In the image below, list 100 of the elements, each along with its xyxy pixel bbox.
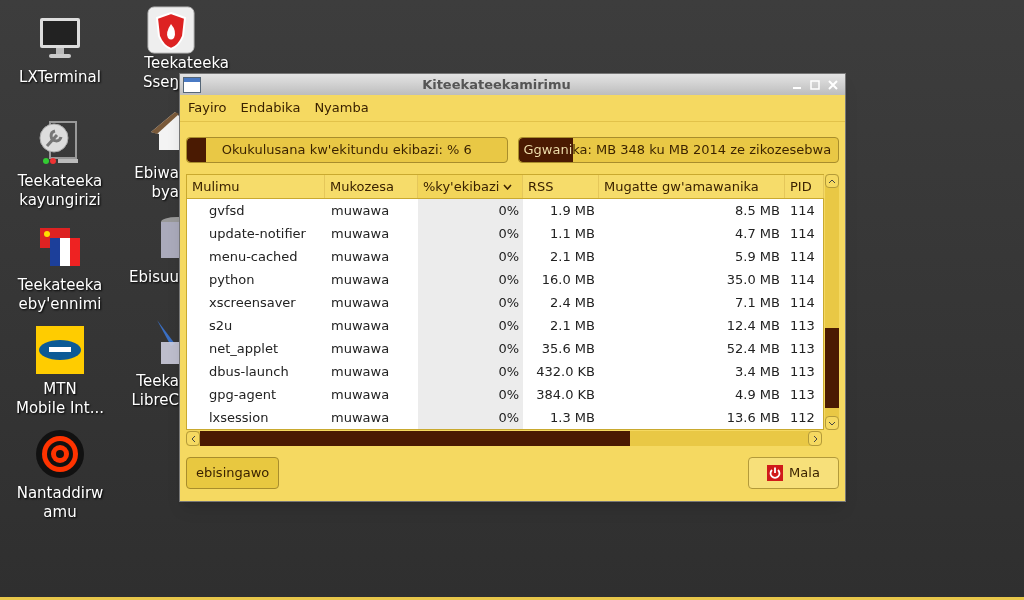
table-cell-text: muwawa — [330, 340, 391, 358]
table-cell-text: dbus-launch — [208, 363, 290, 381]
scroll-right-icon[interactable] — [812, 434, 818, 443]
vertical-scrollbar[interactable] — [825, 174, 839, 430]
table-cell-text: net_applet — [208, 340, 279, 358]
table-cell-text: gpg-agent — [208, 386, 277, 404]
table-cell: 0% — [418, 222, 523, 245]
window-icon — [183, 76, 201, 93]
table-cell-text: 114 — [789, 294, 816, 312]
scroll-left-icon[interactable] — [190, 434, 196, 443]
target-icon — [36, 430, 84, 478]
mtn-logo-icon — [36, 326, 84, 374]
desktop-icon-label[interactable]: Ebisuu — [129, 268, 179, 287]
table-cell: 0% — [418, 360, 523, 383]
table-cell-text: python — [208, 271, 256, 289]
table-cell-text: 1.3 MB — [549, 409, 596, 427]
desktop-icon-label[interactable]: LibreC — [131, 391, 179, 410]
table-cell: 0% — [418, 314, 523, 337]
menu-item[interactable]: Fayiro — [188, 98, 227, 118]
menu-item[interactable]: Nyamba — [314, 98, 369, 118]
table-cell-text: 2.1 MB — [549, 317, 596, 335]
table-cell-text: 1.1 MB — [549, 225, 596, 243]
table-cell-text: xscreensaver — [208, 294, 297, 312]
column-header[interactable]: PID — [785, 175, 824, 198]
table-cell-text: 113 — [789, 317, 816, 335]
window-title: Kiteekateekamirimu — [421, 75, 572, 94]
table-cell: 0% — [418, 383, 523, 406]
desktop-icon-label[interactable]: kayungirizi — [19, 191, 101, 210]
scroll-down-icon[interactable] — [828, 420, 836, 426]
desktop-icon-label[interactable]: Ebiwa — [134, 164, 179, 183]
scroll-up-icon[interactable] — [828, 178, 836, 184]
table-cell-text: 114 — [789, 225, 816, 243]
button[interactable]: ebisingawo — [186, 457, 280, 489]
table-cell: 0% — [418, 245, 523, 268]
table-cell-text: lxsession — [208, 409, 270, 427]
table-cell-text: 2.4 MB — [549, 294, 596, 312]
desktop-icon-label[interactable]: LXTerminal — [19, 68, 101, 87]
desktop-icon-label[interactable]: MTN — [43, 380, 77, 399]
table-cell-text: update-notifier — [208, 225, 307, 243]
table-cell-text: 3.4 MB — [734, 363, 781, 381]
table-cell-text: 114 — [789, 271, 816, 289]
table-cell-text: 16.0 MB — [540, 271, 596, 289]
table-cell-text: muwawa — [330, 386, 391, 404]
desktop-icon-label[interactable]: bya — [151, 183, 179, 202]
column-header[interactable]: RSS — [523, 175, 599, 198]
desktop-icon-label[interactable]: Mobile Int... — [15, 399, 105, 418]
desktop-icon-label[interactable]: Sseŋ — [142, 73, 179, 92]
table-cell-text: 114 — [789, 202, 816, 220]
column-header[interactable]: Mugatte gw'amawanika — [599, 175, 785, 198]
table-cell-text: 35.0 MB — [725, 271, 781, 289]
table-cell-text: 432.0 KB — [535, 363, 596, 381]
desktop-icon-label[interactable]: Teekateeka — [17, 276, 103, 295]
table-cell-text: muwawa — [330, 271, 391, 289]
table-cell-text: 4.7 MB — [734, 225, 781, 243]
table-cell: 0% — [418, 268, 523, 291]
table-cell-text: muwawa — [330, 202, 391, 220]
table-cell-text: s2u — [208, 317, 234, 335]
desktop-icon-label[interactable]: eby'ennimi — [18, 295, 102, 314]
scrollbar-thumb[interactable] — [825, 328, 839, 408]
table-cell-text: menu-cached — [208, 248, 299, 266]
menu-item[interactable]: Endabika — [240, 98, 301, 118]
table-cell-text: muwawa — [330, 248, 391, 266]
desktop-icon-label[interactable]: Nantaddirw — [16, 484, 104, 503]
power-icon — [767, 465, 784, 481]
desktop-icon-label[interactable]: Teekateeka — [144, 54, 229, 73]
table-cell: 0% — [418, 199, 523, 222]
table-cell-text: 114 — [789, 248, 816, 266]
table-cell-text: 1.9 MB — [549, 202, 596, 220]
horizontal-scrollbar[interactable] — [186, 431, 822, 446]
table-cell-text: 4.9 MB — [734, 386, 781, 404]
column-header[interactable]: %ky'ekibazi — [418, 175, 523, 198]
shield-icon — [147, 6, 195, 54]
desktop-icon-label[interactable]: Teekateeka — [17, 172, 103, 191]
table-cell-text: muwawa — [330, 409, 391, 427]
table-cell-text: 112 — [789, 409, 816, 427]
table-cell-text: 113 — [789, 340, 816, 358]
table-cell-text: muwawa — [330, 363, 391, 381]
quit-button[interactable]: Mala — [748, 457, 839, 489]
table-cell-text: 7.1 MB — [734, 294, 781, 312]
table-cell-text: 52.4 MB — [725, 340, 781, 358]
table-cell-text: 2.1 MB — [549, 248, 596, 266]
table-cell: 0% — [418, 291, 523, 314]
table-cell: 0% — [418, 406, 523, 429]
table-cell-text: 13.6 MB — [725, 409, 781, 427]
table-cell-text: 113 — [789, 363, 816, 381]
desktop-icon-label[interactable]: Teeka — [136, 372, 179, 391]
table-cell-text: 113 — [789, 386, 816, 404]
table-cell: 0% — [418, 337, 523, 360]
table-cell-text: muwawa — [330, 225, 391, 243]
desktop-icon-label[interactable]: amu — [43, 503, 77, 522]
column-header[interactable]: Mulimu — [187, 175, 325, 198]
table-cell-text: gvfsd — [208, 202, 246, 220]
table-cell-text: 8.5 MB — [734, 202, 781, 220]
table-cell-text: 35.6 MB — [540, 340, 596, 358]
table-cell-text: muwawa — [330, 294, 391, 312]
scrollbar-thumb[interactable] — [200, 431, 630, 446]
table-cell-text: 5.9 MB — [734, 248, 781, 266]
table-cell-text: 384.0 KB — [535, 386, 596, 404]
table-cell-text: 12.4 MB — [725, 317, 781, 335]
table-cell-text: muwawa — [330, 317, 391, 335]
